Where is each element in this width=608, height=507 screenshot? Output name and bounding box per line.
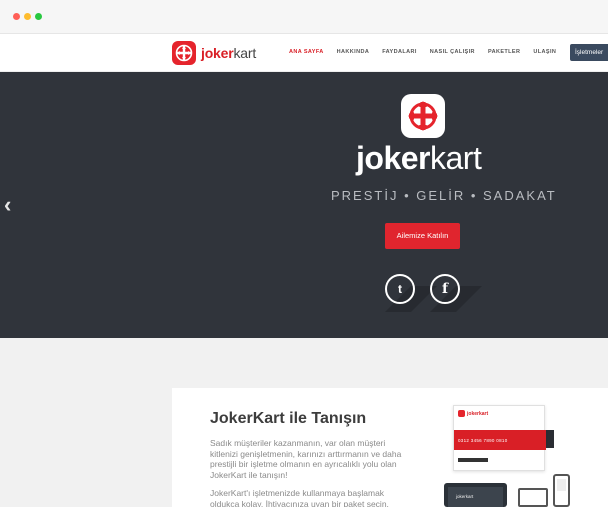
site-header: jokerkart ANA SAYFA HAKKINDA FAYDALARI N…	[0, 34, 608, 72]
intro-paragraph: JokerKart'ı işletmenizde kullanmaya başl…	[210, 488, 389, 507]
mockup-laptop: jokerkart	[444, 483, 507, 507]
intro-paragraph: Sadık müşteriler kazanmanın, var olan mü…	[210, 438, 402, 480]
mockup-card-number: 0312 3456 7890 0810	[458, 438, 508, 443]
twitter-icon[interactable]: t	[385, 274, 415, 304]
nav-benefits[interactable]: FAYDALARI	[382, 49, 417, 55]
browser-chrome	[0, 0, 608, 34]
facebook-icon[interactable]: f	[430, 274, 460, 304]
nav-contact[interactable]: ULAŞIN	[533, 49, 556, 55]
nav-how-it-works[interactable]: NASIL ÇALIŞIR	[430, 49, 475, 55]
hero-slider: ‹ jokerkart PRESTİJ • GELİR • SADAKAT Ai…	[0, 72, 608, 338]
nav-about[interactable]: HAKKINDA	[337, 49, 370, 55]
join-us-button[interactable]: Ailemize Katılın	[385, 223, 460, 249]
main-nav: ANA SAYFA HAKKINDA FAYDALARI NASIL ÇALIŞ…	[289, 49, 569, 55]
window-close-button[interactable]	[13, 13, 20, 20]
mockup-card: jokerkart 0312 3456 7890 0810	[453, 405, 546, 471]
site-logo[interactable]: jokerkart	[172, 40, 256, 66]
mockup-tablet	[518, 488, 548, 507]
hero-tagline: PRESTİJ • GELİR • SADAKAT	[331, 188, 557, 203]
mockup-card-strip	[458, 458, 488, 462]
window-minimize-button[interactable]	[24, 13, 31, 20]
mockup-phone	[553, 474, 570, 507]
logo-cross-icon	[172, 41, 196, 65]
mockup-card-brand: jokerkart	[458, 410, 488, 417]
businesses-button[interactable]: İşletmeler	[570, 44, 608, 61]
mockup-laptop-label: jokerkart	[456, 494, 474, 499]
intro-title: JokerKart ile Tanışın	[210, 410, 367, 427]
nav-home[interactable]: ANA SAYFA	[289, 49, 324, 55]
hero-brand-name: jokerkart	[356, 140, 482, 176]
window-maximize-button[interactable]	[35, 13, 42, 20]
chevron-left-icon[interactable]: ‹	[4, 194, 11, 216]
brand-app-icon	[401, 94, 445, 138]
logo-text: jokerkart	[201, 45, 257, 61]
nav-packages[interactable]: PAKETLER	[488, 49, 520, 55]
